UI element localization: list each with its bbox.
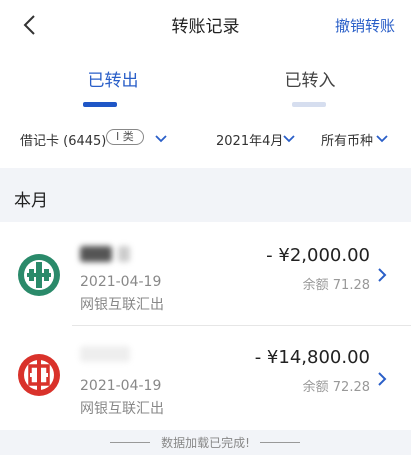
transaction-row[interactable]: 2021-04-19 网银互联汇出 - ¥14,800.00 余额 72.28 — [0, 326, 411, 432]
currency-filter[interactable]: 所有币种 — [321, 130, 373, 149]
tab-transferred-in[interactable]: 已转入 — [245, 66, 375, 91]
payee-name-redacted — [118, 246, 130, 262]
inactive-tab-indicator — [292, 102, 326, 107]
payee-name-redacted — [80, 346, 130, 362]
transaction-method: 网银互联汇出 — [80, 297, 164, 313]
card-filter[interactable]: 借记卡 (6445) — [20, 130, 106, 149]
card-type-badge: I 类 — [106, 129, 144, 145]
divider — [260, 442, 300, 443]
footer-text: 数据加载已完成! — [161, 436, 250, 450]
active-tab-indicator — [83, 102, 117, 107]
load-complete-footer: 数据加载已完成! — [0, 430, 411, 455]
chevron-right-icon[interactable] — [377, 372, 387, 386]
transaction-row[interactable]: 2021-04-19 网银互联汇出 - ¥2,000.00 余额 71.28 — [0, 222, 411, 328]
payee-name-redacted — [80, 246, 112, 262]
section-title: 本月 — [14, 191, 48, 211]
month-section-header: 本月 — [0, 168, 411, 222]
icbc-icon — [18, 354, 60, 396]
transaction-amount: - ¥2,000.00 — [266, 245, 370, 266]
tab-bar: 已转出 已转入 — [0, 66, 411, 112]
chevron-down-icon[interactable] — [283, 135, 295, 143]
balance-text: 余额 71.28 — [302, 278, 370, 293]
transaction-date: 2021-04-19 — [80, 274, 162, 290]
chevron-down-icon[interactable] — [376, 135, 388, 143]
transaction-method: 网银互联汇出 — [80, 401, 164, 417]
filter-bar: 借记卡 (6445) I 类 2021年4月 所有币种 — [0, 126, 411, 152]
chevron-right-icon[interactable] — [377, 268, 387, 282]
cancel-transfer-button[interactable]: 撤销转账 — [335, 15, 395, 36]
transaction-date: 2021-04-19 — [80, 378, 162, 394]
month-filter[interactable]: 2021年4月 — [216, 130, 283, 149]
header: 转账记录 撤销转账 — [0, 0, 411, 50]
balance-text: 余额 72.28 — [302, 380, 370, 395]
transaction-amount: - ¥14,800.00 — [254, 347, 370, 368]
agricultural-bank-icon — [18, 254, 60, 296]
tab-transferred-out[interactable]: 已转出 — [48, 66, 178, 91]
chevron-down-icon[interactable] — [155, 135, 167, 143]
